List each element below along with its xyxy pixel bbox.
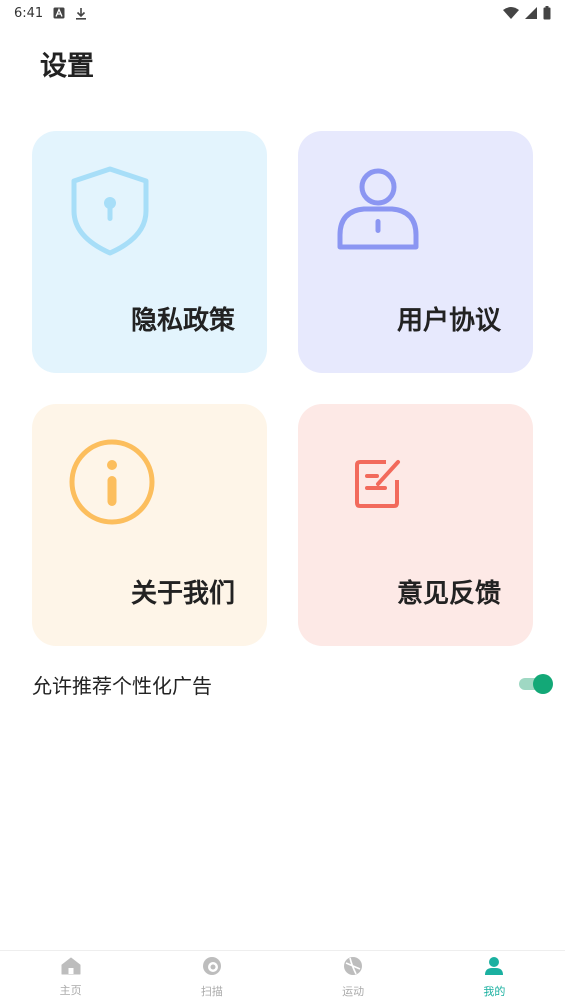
nav-item-home[interactable]: 主页 xyxy=(0,957,141,998)
personalized-ads-label: 允许推荐个性化广告 xyxy=(32,673,212,698)
signal-icon xyxy=(525,7,537,19)
bottom-nav: 主页 扫描 运动 我的 xyxy=(0,950,565,1004)
download-icon xyxy=(75,7,87,20)
user-agreement-card[interactable]: 用户协议 xyxy=(298,131,533,373)
about-us-label: 关于我们 xyxy=(130,579,235,609)
nav-item-scan[interactable]: 扫描 xyxy=(141,956,282,999)
nav-label-mine: 我的 xyxy=(483,985,506,998)
toggle-thumb xyxy=(533,674,553,694)
nav-label-scan: 扫描 xyxy=(200,985,223,998)
user-agreement-label: 用户协议 xyxy=(396,306,501,336)
notification-a-icon xyxy=(53,7,65,19)
status-left: 6:41 xyxy=(14,6,87,21)
nav-label-sport: 运动 xyxy=(342,985,365,998)
settings-screen: 6:41 设置 隐私政策 用户协议 关于我们 意见反馈 允许推荐个性化广告 主页… xyxy=(0,0,565,1004)
privacy-policy-card[interactable]: 隐私政策 xyxy=(32,131,267,373)
status-bar: 6:41 xyxy=(0,0,565,26)
personalized-ads-toggle[interactable] xyxy=(519,673,553,695)
person-icon xyxy=(484,956,504,980)
about-us-card[interactable]: 关于我们 xyxy=(32,404,267,646)
feedback-card[interactable]: 意见反馈 xyxy=(298,404,533,646)
battery-icon xyxy=(543,6,551,20)
status-time: 6:41 xyxy=(14,5,44,21)
ball-icon xyxy=(343,956,363,980)
nav-item-sport[interactable]: 运动 xyxy=(283,956,424,999)
edit-note-icon xyxy=(354,456,402,512)
page-title: 设置 xyxy=(40,51,94,82)
wifi-icon xyxy=(503,7,519,19)
privacy-policy-label: 隐私政策 xyxy=(130,306,235,336)
person-icon xyxy=(334,165,420,255)
scan-icon xyxy=(202,956,222,980)
nav-item-mine[interactable]: 我的 xyxy=(424,956,565,999)
status-right xyxy=(503,6,551,20)
home-icon xyxy=(61,957,81,979)
feedback-label: 意见反馈 xyxy=(396,579,501,609)
nav-label-home: 主页 xyxy=(59,984,82,997)
personalized-ads-row: 允许推荐个性化广告 xyxy=(32,664,555,704)
shield-icon xyxy=(68,165,152,261)
info-icon xyxy=(68,438,156,530)
